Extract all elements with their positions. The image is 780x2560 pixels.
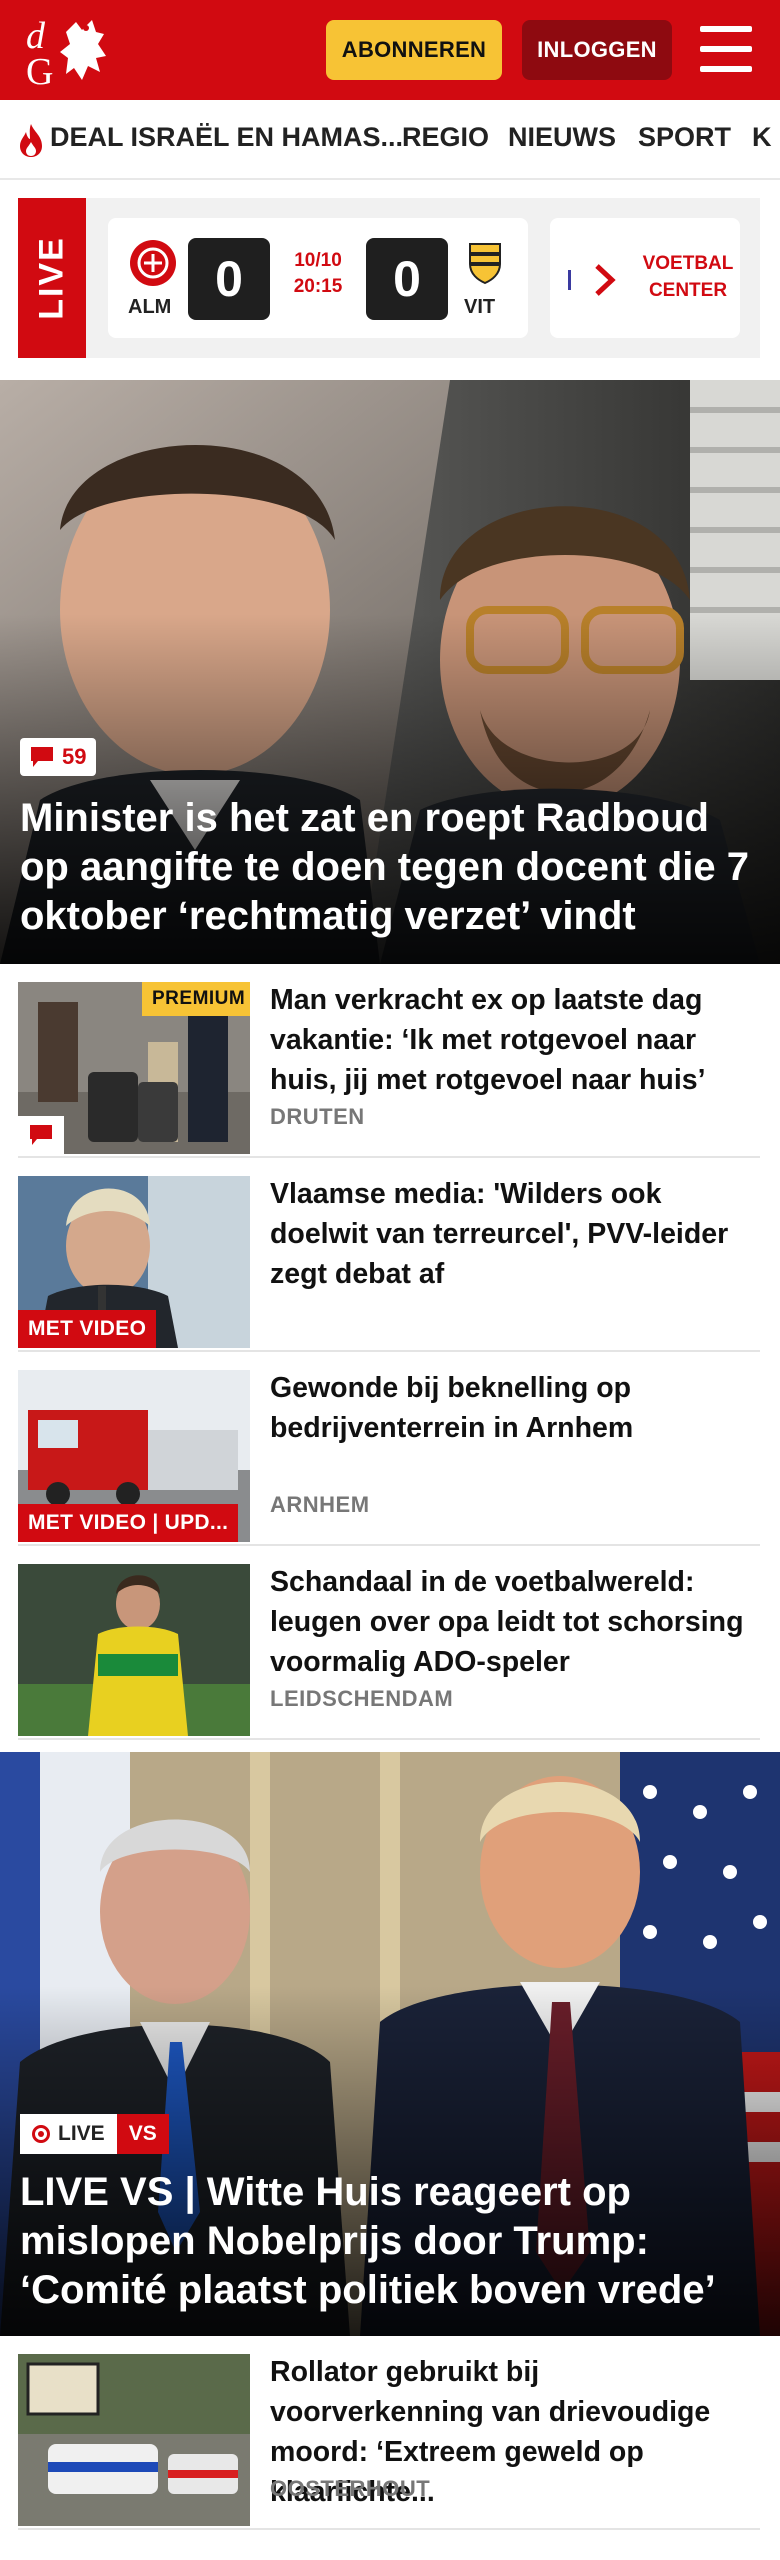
article-location: ARNHEM (270, 1492, 370, 1517)
comment-icon (30, 1125, 52, 1145)
article-location: DRUTEN (270, 1104, 365, 1129)
nav-item-regio[interactable]: REGIO (402, 122, 489, 153)
site-header: d G ABONNEREN INLOGGEN (0, 0, 780, 100)
premium-badge: PREMIUM (142, 982, 250, 1016)
football-player-photo (18, 1564, 250, 1736)
thumb-comment-badge (18, 1116, 64, 1154)
match-time: 10/10 20:15 (276, 248, 360, 300)
hero-article-minister[interactable]: 59 Minister is het zat en roept Radboud … (0, 380, 780, 964)
list-item[interactable]: Schandaal in de voetbalwereld: leugen ov… (18, 1546, 760, 1740)
football-center-link[interactable]: VOETBAL CENTER (642, 250, 734, 304)
away-score: 0 (366, 238, 448, 320)
match-date: 10/10 (294, 250, 342, 271)
match-kickoff: 20:15 (293, 276, 343, 297)
dg-logo-icon[interactable]: d G (22, 12, 118, 88)
nav-item-deal[interactable]: DEAL ISRAËL EN HAMAS... (50, 122, 403, 153)
nav-item-sport[interactable]: SPORT (638, 122, 731, 153)
topic-tag: VS (116, 2114, 169, 2154)
hero-headline[interactable]: Minister is het zat en roept Radboud op … (20, 794, 760, 941)
hero-article-vs[interactable]: LIVE VS LIVE VS | Witte Huis reageert op… (0, 1752, 780, 2336)
football-center-card[interactable]: VOETBAL CENTER (550, 218, 740, 338)
live-tag-label: LIVE (32, 236, 71, 320)
menu-icon[interactable] (700, 26, 754, 72)
article-title[interactable]: Man verkracht ex op laatste dag vakantie… (270, 980, 758, 1100)
comment-badge: 59 (20, 738, 97, 776)
hero-headline[interactable]: LIVE VS | Witte Huis reageert op mislope… (20, 2168, 760, 2315)
article-title[interactable]: Vlaamse media: 'Wilders ook doelwit van … (270, 1174, 758, 1294)
video-update-badge: MET VIDEO | UPD... (18, 1504, 239, 1542)
list-item[interactable]: MET VIDEO | UPD... Gewonde bij beknellin… (18, 1352, 760, 1546)
login-button[interactable]: INLOGGEN (522, 20, 672, 80)
article-thumbnail (18, 1564, 250, 1736)
subscribe-button[interactable]: ABONNEREN (326, 20, 502, 80)
article-thumbnail: MET VIDEO | UPD... (18, 1370, 250, 1542)
nav-item-more[interactable]: K (752, 122, 772, 153)
live-box: LIVE ALM 0 10/10 20:15 0 VIT VOETBAL CEN… (18, 198, 760, 358)
article-thumbnail: MET VIDEO (18, 1176, 250, 1348)
article-thumbnail (18, 2354, 250, 2526)
svg-text:G: G (26, 51, 53, 88)
next-match-indicator (568, 270, 571, 290)
comment-icon (31, 747, 53, 767)
away-team-name: VIT (464, 296, 496, 318)
live-indicator: LIVE (20, 2114, 117, 2154)
article-title[interactable]: Gewonde bij beknelling op bedrijventerre… (270, 1368, 758, 1448)
live-scoreboard: LIVE ALM 0 10/10 20:15 0 VIT VOETBAL CEN… (0, 180, 780, 380)
list-item[interactable]: PREMIUM Man verkracht ex op laatste dag … (18, 964, 760, 1158)
nav-item-nieuws[interactable]: NIEUWS (508, 122, 616, 153)
article-location: OOSTERHOUT (270, 2476, 431, 2501)
home-team-name: ALM (128, 296, 172, 318)
main-nav: DEAL ISRAËL EN HAMAS... REGIO NIEUWS SPO… (0, 100, 780, 180)
home-score: 0 (188, 238, 270, 320)
police-scene-photo (18, 2354, 250, 2526)
list-item[interactable]: Rollator gebruikt bij voorverkenning van… (18, 2336, 760, 2530)
live-pill: LIVE VS (20, 2114, 169, 2154)
match-card[interactable]: ALM 0 10/10 20:15 0 VIT (108, 218, 528, 338)
article-thumbnail: PREMIUM (18, 982, 250, 1154)
fire-icon (20, 124, 42, 157)
list-item[interactable]: MET VIDEO Vlaamse media: 'Wilders ook do… (18, 1158, 760, 1352)
comment-count: 59 (62, 744, 87, 769)
article-location: LEIDSCHENDAM (270, 1686, 454, 1711)
video-badge: MET VIDEO (18, 1310, 157, 1348)
chevron-right-icon[interactable] (592, 262, 618, 298)
live-indicator-label: LIVE (58, 2122, 105, 2145)
live-dot-icon (32, 2125, 50, 2143)
almere-logo-icon (130, 240, 176, 286)
live-tag: LIVE (18, 198, 86, 358)
vitesse-logo-icon (469, 243, 501, 285)
article-title[interactable]: Schandaal in de voetbalwereld: leugen ov… (270, 1562, 758, 1682)
